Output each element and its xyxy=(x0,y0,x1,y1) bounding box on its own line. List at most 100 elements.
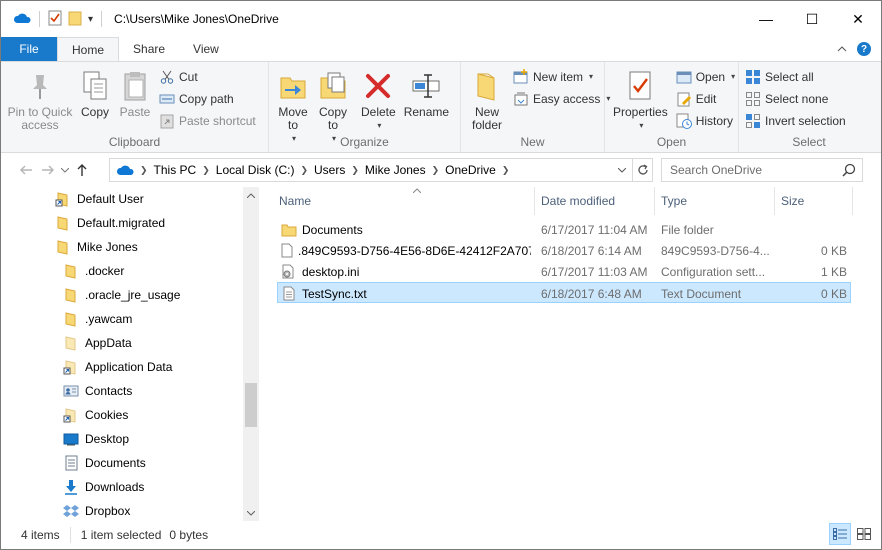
qat-dropdown-icon[interactable]: ▾ xyxy=(88,14,93,25)
navpane-scrollbar[interactable] xyxy=(243,187,259,521)
tab-home[interactable]: Home xyxy=(57,37,120,62)
invert-selection-icon xyxy=(745,113,761,129)
history-button[interactable]: History xyxy=(676,112,735,129)
large-icons-view-button[interactable] xyxy=(853,523,875,545)
documents-icon xyxy=(63,455,79,471)
delete-x-icon xyxy=(362,68,394,104)
scroll-thumb[interactable] xyxy=(245,383,257,427)
details-view-button[interactable] xyxy=(829,523,851,545)
select-none-button[interactable]: Select none xyxy=(745,90,846,107)
move-to-icon xyxy=(277,68,309,104)
table-row[interactable]: desktop.ini 6/17/2017 11:03 AM Configura… xyxy=(277,261,851,282)
tree-item-desktop[interactable]: Desktop xyxy=(63,429,129,449)
dropbox-icon xyxy=(63,503,79,519)
address-history-dropdown-icon[interactable] xyxy=(612,159,632,181)
breadcrumb-mike-jones[interactable]: Mike Jones ❯ xyxy=(365,163,439,177)
file-name-cell: Documents xyxy=(281,219,531,240)
tree-item-mike-jones[interactable]: Mike Jones xyxy=(55,237,138,257)
up-button[interactable] xyxy=(71,159,93,181)
cut-button[interactable]: Cut xyxy=(159,68,256,85)
paste-shortcut-icon xyxy=(159,113,175,129)
file-date-cell: 6/17/2017 11:03 AM xyxy=(541,264,648,279)
select-all-button[interactable]: Select all xyxy=(745,68,846,85)
easy-access-button[interactable]: Easy access ▾ xyxy=(513,90,610,107)
copy-path-icon xyxy=(159,91,175,107)
tree-item-default-migrated[interactable]: Default.migrated xyxy=(55,213,165,233)
table-row-selected[interactable]: TestSync.txt 6/18/2017 6:48 AM Text Docu… xyxy=(277,282,851,303)
back-button[interactable] xyxy=(15,159,37,181)
paste-icon xyxy=(119,68,151,104)
tree-item-appdata[interactable]: AppData xyxy=(63,333,132,353)
copy-path-button[interactable]: Copy path xyxy=(159,90,256,107)
column-header-date-modified[interactable]: Date modified xyxy=(535,187,655,215)
file-type-cell: Configuration sett... xyxy=(661,264,766,279)
properties-qat-icon[interactable] xyxy=(48,10,62,29)
tab-view[interactable]: View xyxy=(179,37,233,61)
new-item-icon xyxy=(513,68,529,85)
status-separator xyxy=(69,527,71,543)
tree-item-downloads[interactable]: Downloads xyxy=(63,477,144,497)
breadcrumb-users[interactable]: Users ❯ xyxy=(314,163,359,177)
navigation-pane: Default User Default.migrated Mike Jones… xyxy=(1,187,259,521)
tree-item-docker[interactable]: .docker xyxy=(63,261,124,281)
tree-item-yawcam[interactable]: .yawcam xyxy=(63,309,132,329)
file-size-cell: 0 KB xyxy=(820,286,847,301)
close-button[interactable]: ✕ xyxy=(835,1,881,37)
column-header-size[interactable]: Size xyxy=(775,187,853,215)
search-input[interactable]: Search OneDrive xyxy=(661,158,863,182)
file-icon xyxy=(281,243,293,259)
ribbon-controls: ? xyxy=(835,37,871,61)
tree-item-application-data[interactable]: Application Data xyxy=(63,357,172,377)
breadcrumb-this-pc[interactable]: This PC ❯ xyxy=(154,163,210,177)
maximize-button[interactable]: ☐ xyxy=(789,1,835,37)
properties-dropdown-icon: ▾ xyxy=(639,121,644,130)
new-item-button[interactable]: New item ▾ xyxy=(513,68,610,85)
tab-share[interactable]: Share xyxy=(119,37,179,61)
table-row[interactable]: .849C9593-D756-4E56-8D6E-42412F2A707B 6/… xyxy=(277,240,851,261)
breadcrumb-root-chevron[interactable]: ❯ xyxy=(140,165,148,176)
scroll-up-icon[interactable] xyxy=(243,187,259,203)
search-icon[interactable] xyxy=(842,163,856,180)
copy-to-icon xyxy=(317,68,349,104)
open-group: Properties ▾ Open ▾ Edit History Open xyxy=(605,62,739,152)
column-header-type[interactable]: Type xyxy=(655,187,775,215)
pin-icon xyxy=(24,68,56,104)
ribbon-tabs: File Home Share View ? xyxy=(1,37,881,62)
help-icon[interactable]: ? xyxy=(857,42,871,56)
paste-shortcut-button[interactable]: Paste shortcut xyxy=(159,112,256,129)
address-bar[interactable]: ❯ This PC ❯ Local Disk (C:) ❯ Users ❯ Mike … xyxy=(109,158,653,182)
folder-shortcut-icon xyxy=(63,359,79,375)
column-header-name[interactable]: Name xyxy=(273,187,535,215)
new-folder-qat-icon[interactable] xyxy=(68,10,82,29)
file-size-cell: 1 KB xyxy=(820,264,847,279)
tab-file[interactable]: File xyxy=(1,37,57,61)
desktop-icon xyxy=(63,431,79,447)
onedrive-icon xyxy=(13,12,31,27)
breadcrumb-onedrive[interactable]: OneDrive ❯ xyxy=(445,163,509,177)
folder-shortcut-icon xyxy=(55,191,71,207)
invert-selection-button[interactable]: Invert selection xyxy=(745,112,846,129)
table-row[interactable]: Documents 6/17/2017 11:04 AM File folder xyxy=(277,219,851,240)
history-icon xyxy=(676,113,692,129)
tree-item-documents[interactable]: Documents xyxy=(63,453,146,473)
edit-button[interactable]: Edit xyxy=(676,90,735,107)
minimize-button[interactable]: — xyxy=(743,1,789,37)
recent-locations-button[interactable] xyxy=(59,159,71,181)
refresh-icon[interactable] xyxy=(632,159,652,181)
collapse-ribbon-icon[interactable] xyxy=(835,42,849,56)
open-button[interactable]: Open ▾ xyxy=(676,68,735,85)
forward-button[interactable] xyxy=(37,159,59,181)
breadcrumb-local-disk[interactable]: Local Disk (C:) ❯ xyxy=(216,163,308,177)
tree-item-oracle-jre-usage[interactable]: .oracle_jre_usage xyxy=(63,285,180,305)
tree-item-contacts[interactable]: Contacts xyxy=(63,381,132,401)
folder-icon xyxy=(63,311,79,327)
settings-file-icon xyxy=(281,264,297,280)
tree-item-cookies[interactable]: Cookies xyxy=(63,405,128,425)
file-name-cell: desktop.ini xyxy=(281,261,531,282)
file-type-cell: Text Document xyxy=(661,286,742,301)
tree-item-dropbox[interactable]: Dropbox xyxy=(63,501,130,521)
folder-icon xyxy=(63,287,79,303)
tree-item-default-user[interactable]: Default User xyxy=(55,189,144,209)
file-date-cell: 6/18/2017 6:14 AM xyxy=(541,243,642,258)
scroll-down-icon[interactable] xyxy=(243,505,259,521)
